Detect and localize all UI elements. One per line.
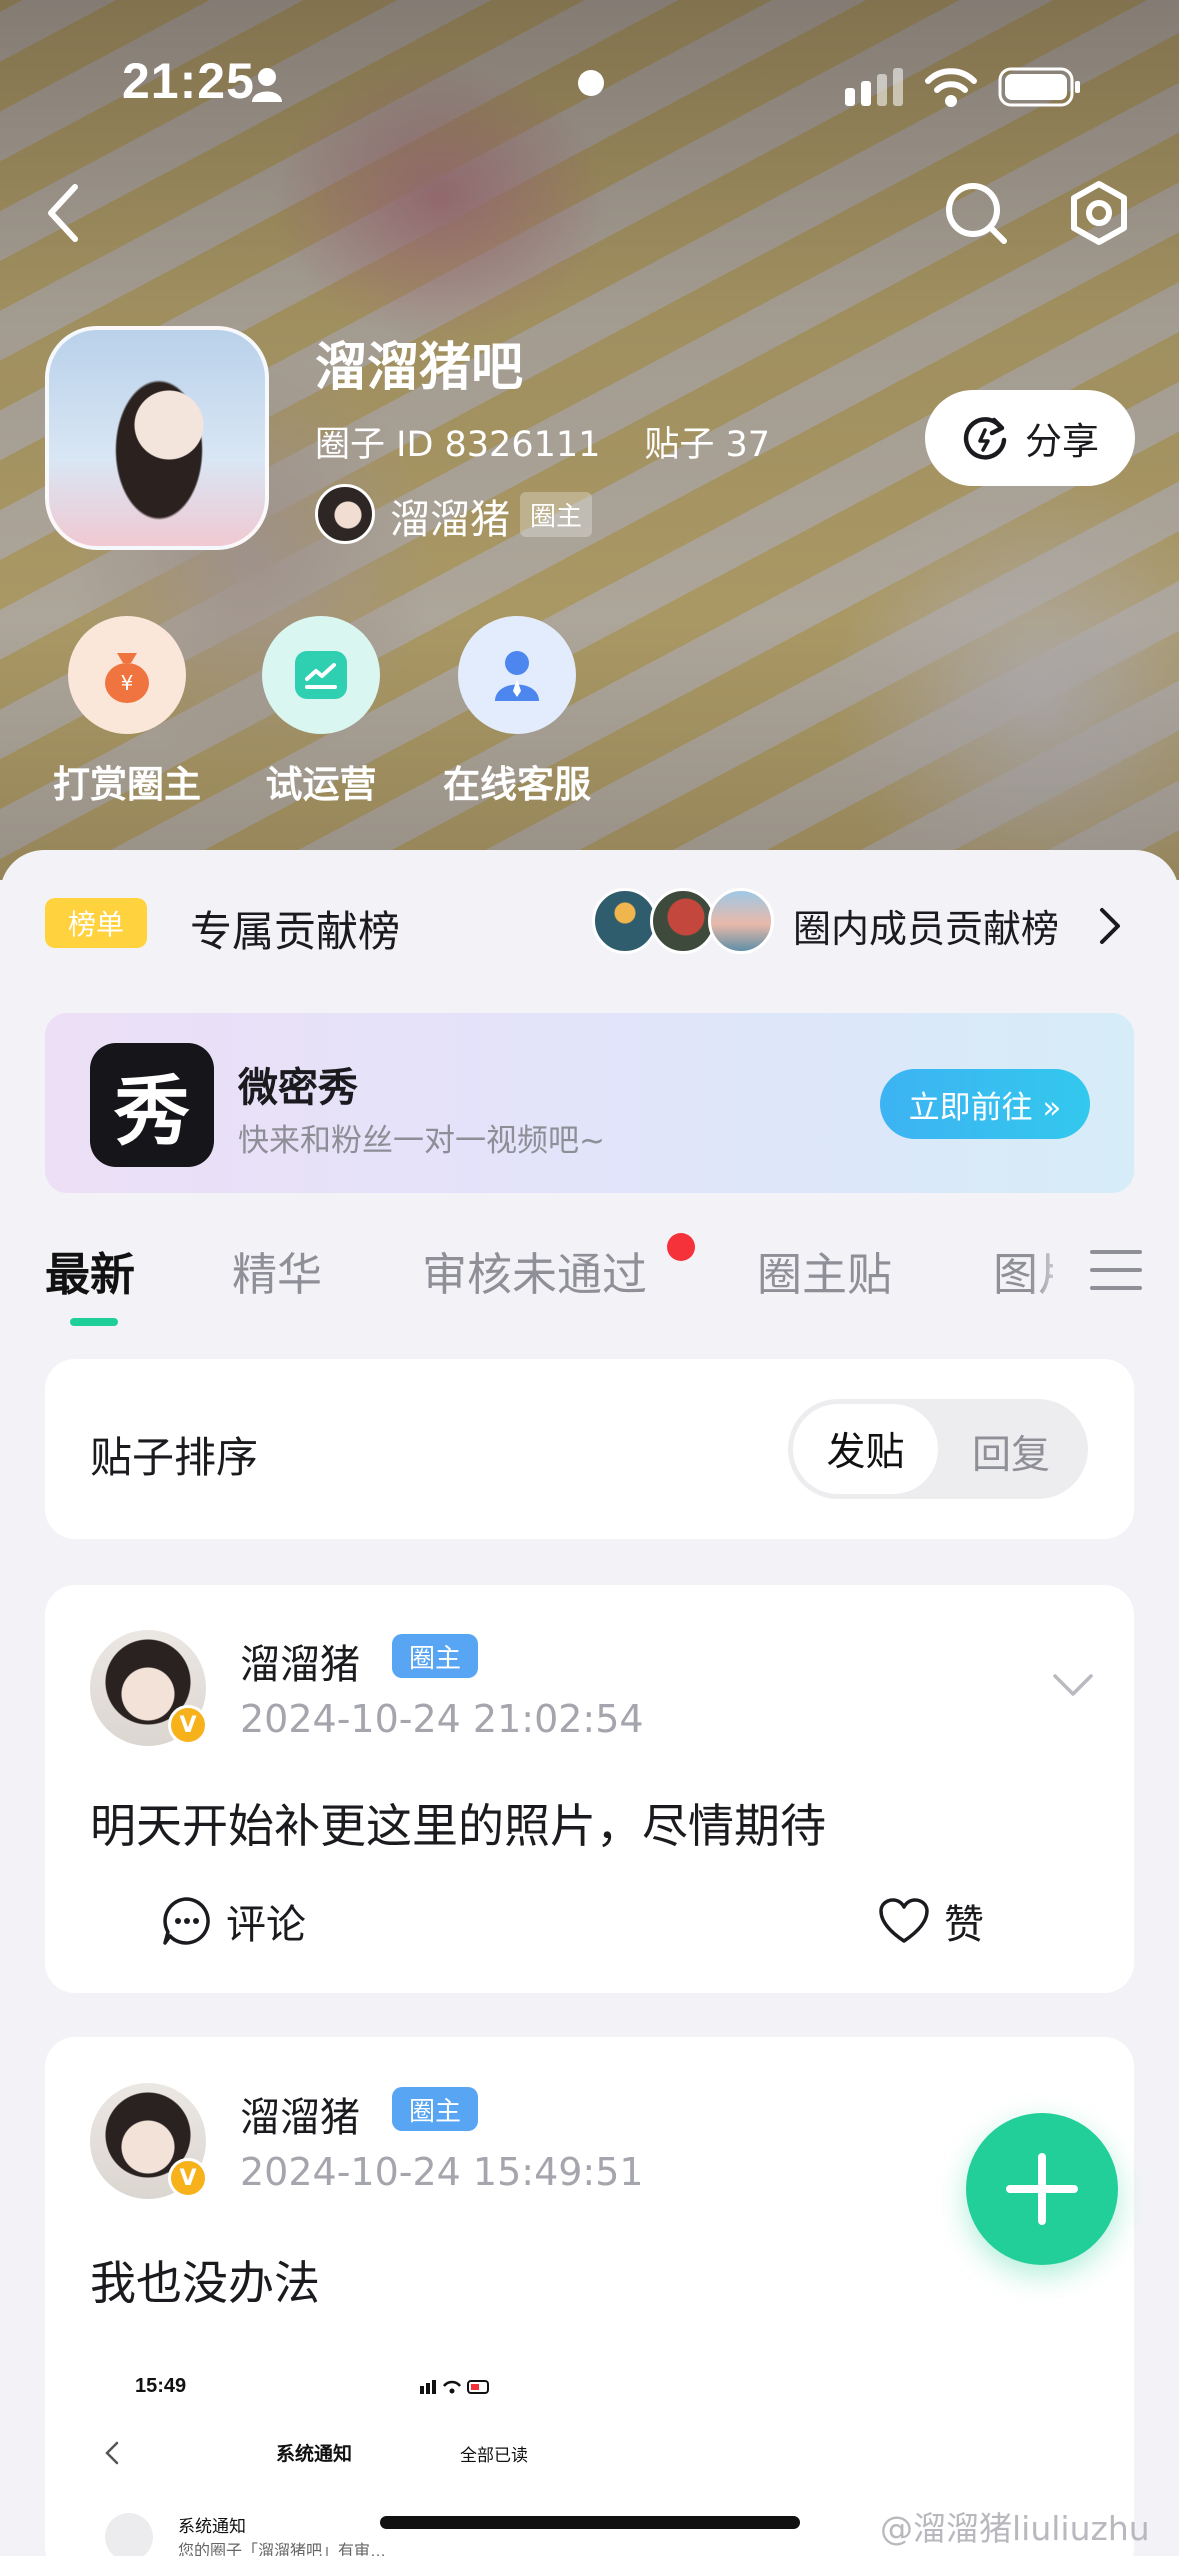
- circle-id: 圈子 ID 8326111: [315, 425, 601, 465]
- circle-post-count: 贴子 37: [644, 425, 771, 465]
- battery-icon: [998, 67, 1080, 107]
- post-time: 2024-10-24 15:49:51: [240, 2150, 644, 2194]
- money-bag-icon: ¥: [68, 616, 186, 734]
- comment-button[interactable]: 评论: [162, 1892, 306, 1950]
- embedded-back-icon: [105, 2441, 119, 2465]
- notification-dot: [667, 1233, 695, 1261]
- owner-badge: 圈主: [520, 492, 593, 537]
- plus-icon: [1006, 2153, 1078, 2225]
- action-label: 打赏圈主: [53, 763, 201, 806]
- sort-option-reply[interactable]: 回复: [972, 1424, 1050, 1480]
- banner-subtitle: 快来和粉丝一对一视频吧~: [238, 1123, 605, 1159]
- verified-badge-icon: V: [168, 1705, 208, 1745]
- circle-name: 溜溜猪吧: [315, 338, 524, 398]
- status-time: 21:25: [122, 53, 255, 109]
- circle-meta: 圈子 ID 8326111 贴子 37: [315, 416, 770, 467]
- share-icon: [963, 417, 1007, 460]
- member-avatar: [708, 888, 774, 954]
- tab-fade: [1030, 1228, 1090, 1314]
- back-icon[interactable]: [45, 183, 81, 243]
- comment-icon: [163, 1897, 210, 1945]
- author-role-badge: 圈主: [392, 1634, 478, 1678]
- owner-name[interactable]: 溜溜猪: [390, 487, 510, 545]
- embedded-time: 15:49: [135, 2375, 187, 2397]
- banner-go-button[interactable]: 立即前往 »: [880, 1069, 1090, 1139]
- post-time: 2024-10-24 21:02:54: [240, 1697, 644, 1741]
- share-label: 分享: [1025, 420, 1099, 463]
- sort-label: 贴子排序: [90, 1433, 259, 1482]
- weimixiu-logo-icon: 秀: [90, 1043, 214, 1167]
- share-button[interactable]: 分享: [925, 390, 1135, 486]
- camera-indicator-icon: [578, 70, 604, 96]
- tab-rejected[interactable]: 审核未通过: [422, 1238, 647, 1303]
- action-label: 在线客服: [443, 763, 591, 806]
- embedded-item-title: 系统通知: [178, 2517, 246, 2536]
- chevron-right-icon[interactable]: [1098, 906, 1122, 946]
- service-agent-icon: [458, 616, 576, 734]
- tab-active-indicator: [70, 1318, 118, 1326]
- ranking-tag: 榜单: [45, 898, 147, 948]
- search-icon[interactable]: [944, 181, 1008, 245]
- like-label: 赞: [944, 1902, 984, 1948]
- person-icon: [252, 68, 282, 102]
- verified-badge-icon: V: [168, 2158, 208, 2198]
- action-trial-operation[interactable]: 试运营: [246, 616, 396, 808]
- post-author[interactable]: 溜溜猪: [240, 2085, 360, 2143]
- comment-label: 评论: [226, 1902, 306, 1948]
- menu-icon[interactable]: [1090, 1248, 1142, 1292]
- wifi-icon: [925, 68, 977, 107]
- sort-option-post[interactable]: 发贴: [793, 1404, 938, 1494]
- post-text: 我也没办法: [90, 2256, 320, 2310]
- member-avatar: [650, 888, 716, 954]
- create-post-button[interactable]: [966, 2113, 1118, 2265]
- member-ranking-link[interactable]: 圈内成员贡献榜: [793, 898, 1059, 953]
- owner-avatar[interactable]: [315, 484, 375, 544]
- author-role-badge: 圈主: [392, 2087, 478, 2131]
- embedded-title: 系统通知: [276, 2444, 353, 2465]
- svg-text:¥: ¥: [121, 671, 134, 695]
- action-online-service[interactable]: 在线客服: [442, 616, 592, 808]
- signal-icon: [845, 68, 903, 106]
- like-button[interactable]: 赞: [878, 1892, 984, 1950]
- circle-avatar: [45, 326, 269, 550]
- banner-title: 微密秀: [238, 1065, 358, 1111]
- chevron-down-icon[interactable]: [1052, 1672, 1094, 1698]
- tab-owner-posts[interactable]: 圈主贴: [757, 1238, 892, 1303]
- member-avatar: [592, 888, 658, 954]
- heart-icon: [879, 1898, 929, 1943]
- ranking-title[interactable]: 专属贡献榜: [190, 898, 400, 959]
- chart-card-icon: [262, 616, 380, 734]
- embedded-status-icons: [420, 2380, 489, 2394]
- banner-logo-char: 秀: [114, 1067, 190, 1156]
- embedded-item-text: 您的圈子「溜溜猪吧」有审…: [178, 2543, 387, 2556]
- weibo-watermark: @溜溜猪liuliuzhu: [880, 2509, 1150, 2548]
- embedded-notice-icon: [105, 2513, 153, 2556]
- post-text: 明天开始补更这里的照片，尽情期待: [90, 1799, 826, 1853]
- tab-latest[interactable]: 最新: [45, 1238, 135, 1303]
- action-label: 试运营: [265, 763, 377, 806]
- tab-featured[interactable]: 精华: [232, 1238, 322, 1303]
- post-author[interactable]: 溜溜猪: [240, 1632, 360, 1690]
- settings-icon[interactable]: [1066, 180, 1132, 246]
- home-indicator: [380, 2516, 800, 2529]
- embedded-mark-all: 全部已读: [460, 2446, 528, 2465]
- action-reward-owner[interactable]: ¥ 打赏圈主: [52, 616, 202, 808]
